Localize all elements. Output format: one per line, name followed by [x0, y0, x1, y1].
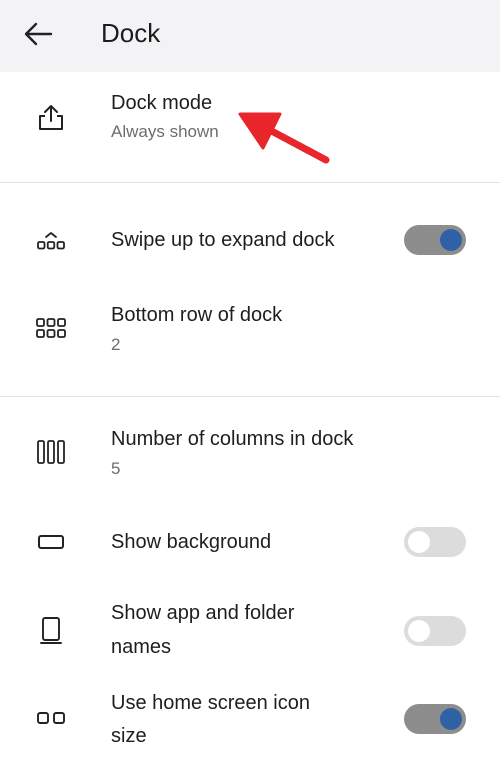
toggle-knob — [408, 531, 430, 553]
show-background-toggle[interactable] — [404, 527, 466, 557]
section-divider — [0, 182, 500, 183]
setting-title: Bottom row of dock — [111, 304, 283, 326]
rectangle-icon — [33, 524, 69, 560]
setting-title-line1: Show app and folder — [111, 602, 295, 624]
setting-columns[interactable]: Number of columns in dock 5 — [0, 410, 500, 510]
section-divider — [0, 396, 500, 397]
setting-title-line2: size — [111, 725, 147, 747]
dock-expand-icon — [33, 223, 69, 259]
swipe-up-toggle[interactable] — [404, 225, 466, 255]
back-button[interactable] — [18, 14, 58, 54]
show-names-toggle[interactable] — [404, 616, 466, 646]
home-icon-size-toggle[interactable] — [404, 704, 466, 734]
setting-title-line1: Use home screen icon — [111, 692, 310, 714]
setting-value: 2 — [111, 335, 121, 354]
setting-title: Show background — [111, 531, 272, 553]
two-squares-icon — [33, 700, 69, 736]
grid-icon — [33, 310, 69, 346]
page-title: Dock — [101, 18, 161, 48]
setting-swipe-up-expand[interactable]: Swipe up to expand dock — [0, 206, 500, 276]
setting-title: Swipe up to expand dock — [111, 229, 335, 251]
setting-title: Number of columns in dock — [111, 428, 354, 450]
upload-tray-icon — [33, 100, 69, 136]
toggle-knob — [408, 620, 430, 642]
columns-icon — [33, 434, 69, 470]
toggle-knob — [440, 708, 462, 730]
setting-title: Dock mode — [111, 92, 213, 114]
setting-show-names[interactable]: Show app and folder names — [0, 592, 500, 672]
setting-value: 5 — [111, 459, 121, 478]
settings-list: Dock mode Always shown Swipe up to expan… — [0, 72, 500, 768]
toggle-knob — [440, 229, 462, 251]
setting-bottom-row[interactable]: Bottom row of dock 2 — [0, 286, 500, 386]
setting-title-line2: names — [111, 636, 172, 658]
setting-show-background[interactable]: Show background — [0, 510, 500, 574]
setting-value: Always shown — [111, 122, 219, 141]
tablet-icon — [33, 613, 69, 649]
arrow-left-icon — [24, 22, 53, 46]
app-bar: Dock — [0, 0, 500, 72]
setting-home-icon-size[interactable]: Use home screen icon size — [0, 682, 500, 762]
dock-settings-screen: Dock Dock mode Always shown Swipe up to … — [0, 0, 500, 768]
red-arrow-icon — [238, 112, 330, 164]
